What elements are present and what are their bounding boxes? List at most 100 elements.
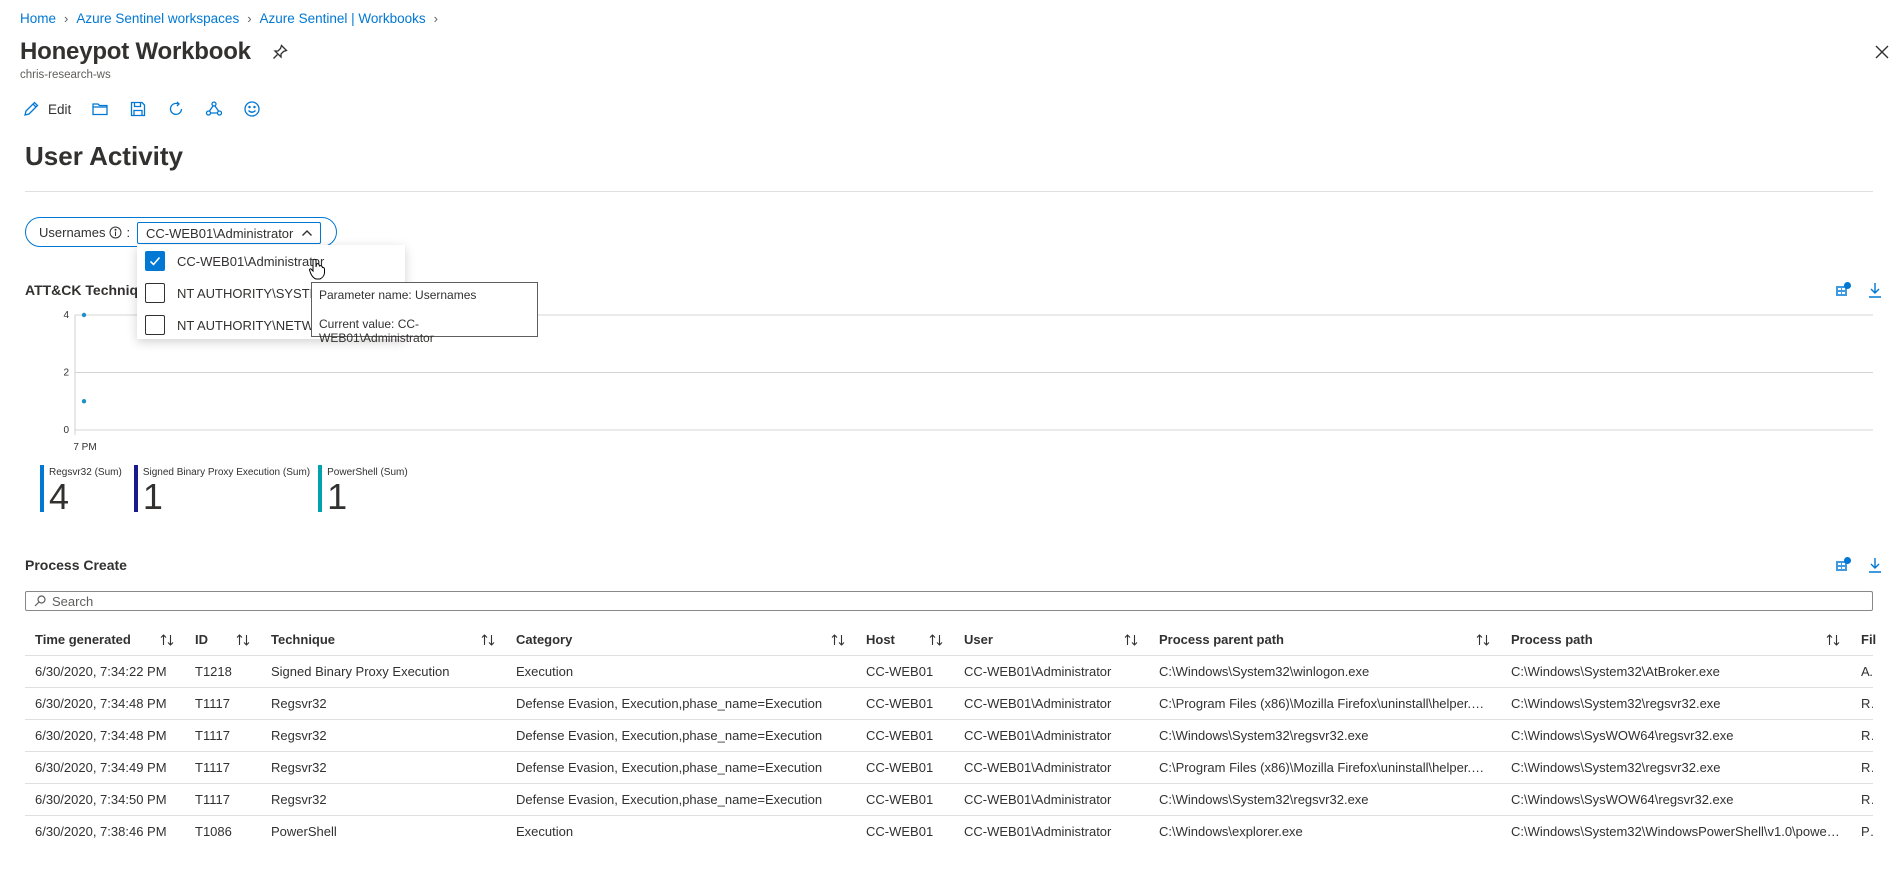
table-cell: C:\Windows\SysWOW64\regsvr32.exe — [1501, 718, 1851, 751]
column-header[interactable]: User — [954, 625, 1149, 655]
checkbox[interactable] — [145, 315, 165, 335]
info-icon[interactable] — [109, 226, 122, 239]
breadcrumb-sentinel-workspaces[interactable]: Azure Sentinel workspaces — [76, 11, 239, 26]
feedback-button[interactable] — [243, 100, 261, 118]
table-cell: C:\Windows\System32\regsvr32.exe — [1501, 750, 1851, 783]
sort-icon[interactable] — [928, 633, 944, 647]
breadcrumb-sentinel-workbooks[interactable]: Azure Sentinel | Workbooks — [260, 11, 426, 26]
table-cell: Defense Evasion, Execution,phase_name=Ex… — [506, 750, 856, 783]
data-point — [81, 312, 87, 318]
table-cell: CC-WEB01 — [856, 718, 954, 751]
column-header[interactable]: Category — [506, 625, 856, 655]
table-row[interactable]: 6/30/2020, 7:34:22 PM T1218 Signed Binary … — [25, 654, 1873, 687]
table-search-input[interactable]: Search — [25, 591, 1873, 611]
save-button[interactable] — [129, 100, 147, 118]
column-header[interactable]: Host — [856, 625, 954, 655]
sort-icon[interactable] — [480, 633, 496, 647]
table-cell: T1218 — [185, 654, 261, 687]
breadcrumb-home[interactable]: Home — [20, 11, 56, 26]
table-cell: CC-WEB01 — [856, 750, 954, 783]
column-header[interactable]: Technique — [261, 625, 506, 655]
table-cell: C:\Windows\System32\winlogon.exe — [1149, 654, 1501, 687]
table-row[interactable]: 6/30/2020, 7:34:48 PM T1117 Regsvr32 Defens… — [25, 686, 1873, 719]
sort-icon[interactable] — [1825, 633, 1841, 647]
table-cell: C:\Windows\System32\regsvr32.exe — [1149, 718, 1501, 751]
sort-icon[interactable] — [235, 633, 251, 647]
sort-icon[interactable] — [830, 633, 846, 647]
share-button[interactable] — [205, 100, 223, 118]
chart-title: ATT&CK Techniqu — [25, 282, 147, 298]
column-header[interactable]: Time generated — [25, 625, 185, 655]
table-row[interactable]: 6/30/2020, 7:34:49 PM T1117 Regsvr32 Defens… — [25, 750, 1873, 783]
table-cell: C:\Windows\explorer.exe — [1149, 814, 1501, 847]
open-button[interactable] — [91, 100, 109, 118]
share-icon — [206, 101, 223, 116]
column-header[interactable]: Fil — [1851, 625, 1876, 655]
checkbox[interactable] — [145, 283, 165, 303]
table-cell: Signed Binary Proxy Execution — [261, 654, 506, 687]
tile-value: 4 — [49, 476, 70, 517]
refresh-button[interactable] — [167, 100, 185, 118]
download-icon[interactable] — [1866, 556, 1884, 574]
edit-button[interactable]: Edit — [22, 100, 71, 118]
chevron-right-icon: › — [433, 11, 438, 26]
column-header[interactable]: Process parent path — [1149, 625, 1501, 655]
close-icon[interactable] — [1872, 42, 1892, 62]
logs-icon[interactable] — [1834, 281, 1852, 299]
save-icon — [131, 101, 146, 117]
hand-cursor-icon — [308, 258, 326, 280]
pin-icon[interactable] — [271, 43, 289, 61]
tile-color-bar — [40, 465, 44, 512]
checkbox-checked[interactable] — [145, 251, 165, 271]
chart-card-actions — [1820, 281, 1884, 299]
logs-icon[interactable] — [1834, 556, 1852, 574]
summary-tiles: Regsvr32 (Sum) 4 Signed Binary Proxy Execu… — [40, 465, 416, 515]
dropdown-option[interactable]: CC-WEB01\Administrator — [145, 249, 324, 273]
table-row[interactable]: 6/30/2020, 7:38:46 PM T1086 PowerShell Exec… — [25, 814, 1873, 847]
chevron-up-icon — [300, 226, 314, 240]
tile-color-bar — [318, 465, 323, 512]
table-row[interactable]: 6/30/2020, 7:34:48 PM T1117 Regsvr32 Defens… — [25, 718, 1873, 751]
table-cell: C:\Windows\System32\regsvr32.exe — [1149, 782, 1501, 815]
refresh-icon — [170, 101, 183, 115]
usernames-select[interactable]: CC-WEB01\Administrator — [137, 222, 321, 244]
table-cell: RE — [1851, 686, 1873, 719]
table-cell: T1117 — [185, 750, 261, 783]
smiley-icon — [244, 101, 260, 117]
sort-icon[interactable] — [1123, 633, 1139, 647]
download-icon[interactable] — [1866, 281, 1884, 299]
table-cell: AT — [1851, 654, 1873, 687]
process-create-table: Time generated ID Technique Category Host Use… — [25, 625, 1876, 847]
chevron-right-icon: › — [247, 11, 252, 26]
x-tick-label: 7 PM — [73, 442, 96, 453]
table-cell: 6/30/2020, 7:34:50 PM — [25, 782, 185, 815]
table-cell: RE — [1851, 782, 1873, 815]
sort-icon[interactable] — [159, 633, 175, 647]
dropdown-option[interactable]: NT AUTHORITY\NETWO — [145, 313, 324, 337]
sort-icon[interactable] — [1475, 633, 1491, 647]
table-header-row: Time generated ID Technique Category Host Use… — [25, 625, 1876, 655]
table-cell: 6/30/2020, 7:34:22 PM — [25, 654, 185, 687]
table-cell: Execution — [506, 814, 856, 847]
tile-value: 1 — [327, 476, 348, 517]
page-title: Honeypot Workbook — [20, 38, 251, 65]
table-cell: CC-WEB01 — [856, 654, 954, 687]
column-header[interactable]: ID — [185, 625, 261, 655]
table-cell: Regsvr32 — [261, 686, 506, 719]
data-point — [81, 399, 87, 404]
table-cell: 6/30/2020, 7:34:49 PM — [25, 750, 185, 783]
summary-tile: Signed Binary Proxy Execution (Sum) 1 — [133, 465, 310, 515]
table-body: 6/30/2020, 7:34:22 PM T1218 Signed Binary … — [25, 654, 1873, 847]
table-cell: Regsvr32 — [261, 782, 506, 815]
table-cell: Regsvr32 — [261, 718, 506, 751]
table-row[interactable]: 6/30/2020, 7:34:50 PM T1117 Regsvr32 Defens… — [25, 782, 1873, 815]
pencil-icon — [24, 101, 39, 116]
table-cell: Po — [1851, 814, 1873, 847]
chevron-right-icon: › — [64, 11, 69, 26]
table-cell: C:\Program Files (x86)\Mozilla Firefox\u… — [1149, 686, 1501, 719]
dropdown-option[interactable]: NT AUTHORITY\SYSTEM — [145, 281, 329, 305]
parameter-tooltip: Parameter name: Usernames Current value:… — [311, 282, 538, 345]
column-header[interactable]: Process path — [1501, 625, 1851, 655]
table-cell: T1117 — [185, 782, 261, 815]
table-cell: T1117 — [185, 686, 261, 719]
